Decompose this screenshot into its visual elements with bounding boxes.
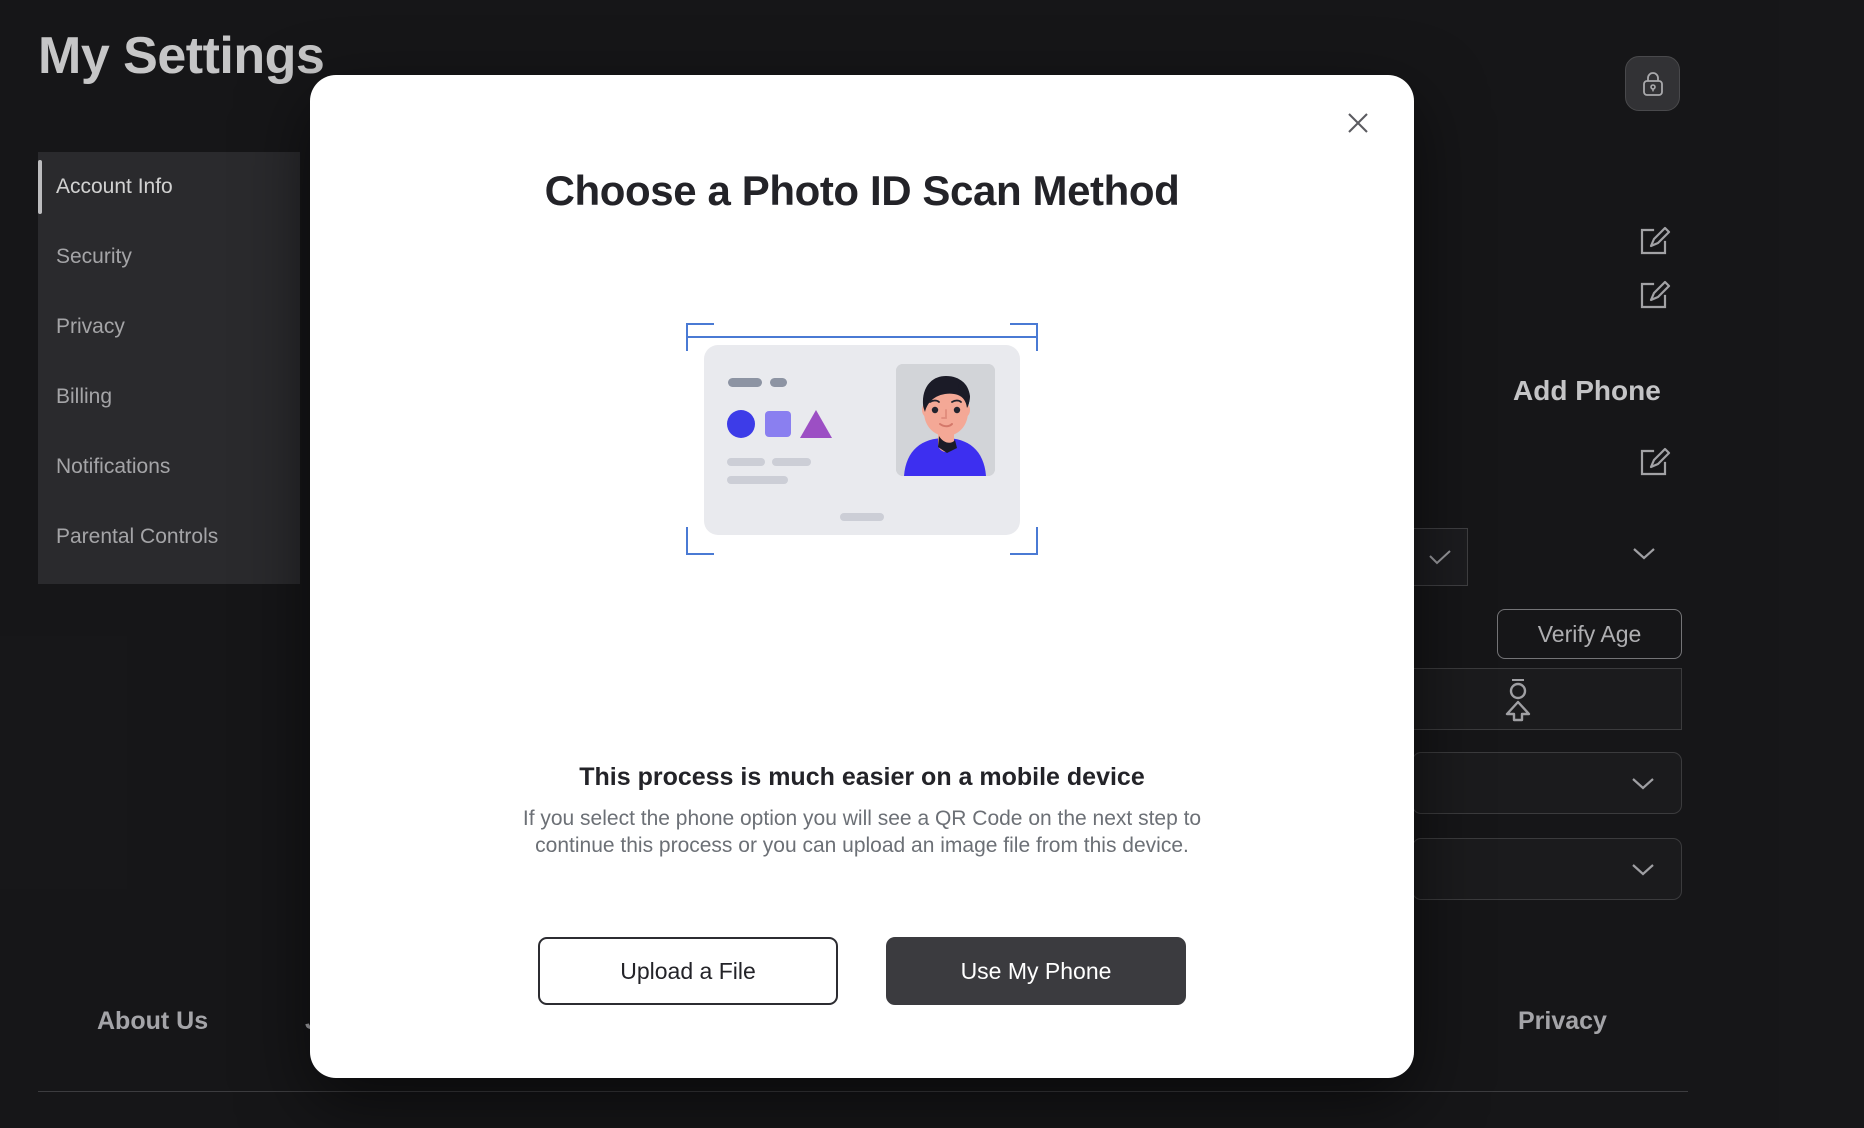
id-card-graphic xyxy=(704,345,1020,535)
id-card-square-shape xyxy=(765,411,791,437)
close-icon xyxy=(1348,113,1368,133)
photo-id-scan-illustration xyxy=(686,323,1038,555)
id-card-portrait xyxy=(896,364,995,476)
modal-description: If you select the phone option you will … xyxy=(522,807,1202,858)
upload-a-file-button[interactable]: Upload a File xyxy=(538,937,838,1005)
id-card-text-bar-bottom xyxy=(840,513,884,521)
id-card-circle-shape xyxy=(727,410,755,438)
id-card-text-bar-3 xyxy=(727,476,788,484)
id-card-dash-2 xyxy=(770,378,787,387)
id-card-triangle-shape xyxy=(800,410,832,438)
id-card-dash-1 xyxy=(728,378,762,387)
scan-line xyxy=(686,336,1038,338)
modal-action-row: Upload a File Use My Phone xyxy=(310,937,1414,1005)
settings-page: My Settings Account Info Security Privac… xyxy=(0,0,1864,1128)
modal-title: Choose a Photo ID Scan Method xyxy=(544,167,1180,214)
avatar-illustration xyxy=(896,364,995,476)
id-card-text-bar-2 xyxy=(772,458,811,466)
photo-id-scan-modal: Choose a Photo ID Scan Method This proce… xyxy=(310,75,1414,1078)
id-card-text-bar-1 xyxy=(727,458,765,466)
use-my-phone-button[interactable]: Use My Phone xyxy=(886,937,1186,1005)
modal-subheading: This process is much easier on a mobile … xyxy=(579,763,1145,791)
modal-close-button[interactable] xyxy=(1338,103,1378,143)
